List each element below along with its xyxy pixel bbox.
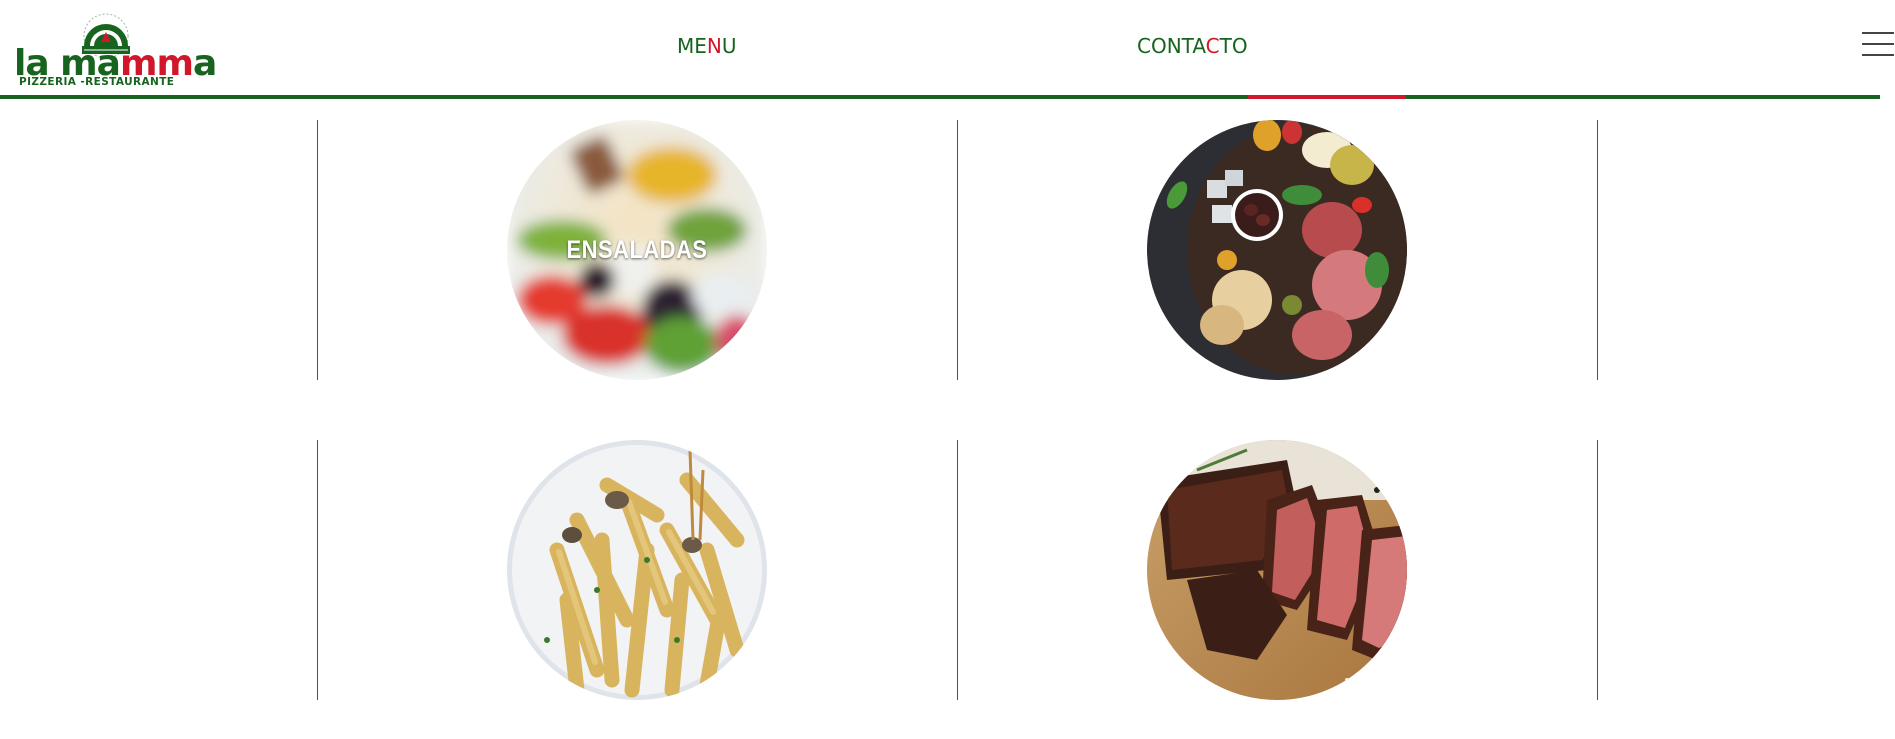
column-divider bbox=[957, 120, 958, 380]
header-divider bbox=[0, 95, 1880, 99]
nav-menu-text-3: U bbox=[721, 34, 737, 58]
column-divider bbox=[1597, 120, 1598, 380]
pasta-image bbox=[507, 440, 767, 700]
brand-logo[interactable]: la mamma PIZZERIA -RESTAURANTE bbox=[14, 12, 217, 88]
category-card-pastas[interactable] bbox=[507, 440, 767, 700]
nav-contact-link[interactable]: CONTACTO bbox=[1137, 34, 1248, 58]
column-divider bbox=[1597, 440, 1598, 700]
hamburger-icon[interactable] bbox=[1862, 32, 1894, 60]
category-card-antipasti[interactable] bbox=[1147, 120, 1407, 380]
column-divider bbox=[317, 120, 318, 380]
hamburger-bar bbox=[1862, 32, 1894, 34]
hamburger-bar bbox=[1862, 54, 1894, 56]
nav-contact-text-3: TO bbox=[1219, 34, 1248, 58]
site-header: la mamma PIZZERIA -RESTAURANTE MENU CONT… bbox=[0, 0, 1895, 100]
hamburger-bar bbox=[1862, 43, 1894, 45]
category-card-carnes[interactable] bbox=[1147, 440, 1407, 700]
antipasto-board-image bbox=[1147, 120, 1407, 380]
header-active-indicator bbox=[1248, 95, 1406, 99]
steak-image bbox=[1147, 440, 1407, 700]
nav-contact-text-2: C bbox=[1205, 34, 1220, 58]
column-divider bbox=[957, 440, 958, 700]
nav-menu-link[interactable]: MENU bbox=[677, 34, 737, 58]
nav-menu-text-1: ME bbox=[677, 34, 707, 58]
nav-menu-text-2: N bbox=[706, 34, 722, 58]
brand-name-part3: a bbox=[193, 43, 217, 84]
nav-contact-text-1: CONTA bbox=[1137, 34, 1206, 58]
category-label: ENSALADAS bbox=[566, 235, 708, 264]
brand-tagline: PIZZERIA -RESTAURANTE bbox=[19, 76, 175, 88]
category-card-ensaladas[interactable]: ENSALADAS bbox=[507, 120, 767, 380]
column-divider bbox=[317, 440, 318, 700]
